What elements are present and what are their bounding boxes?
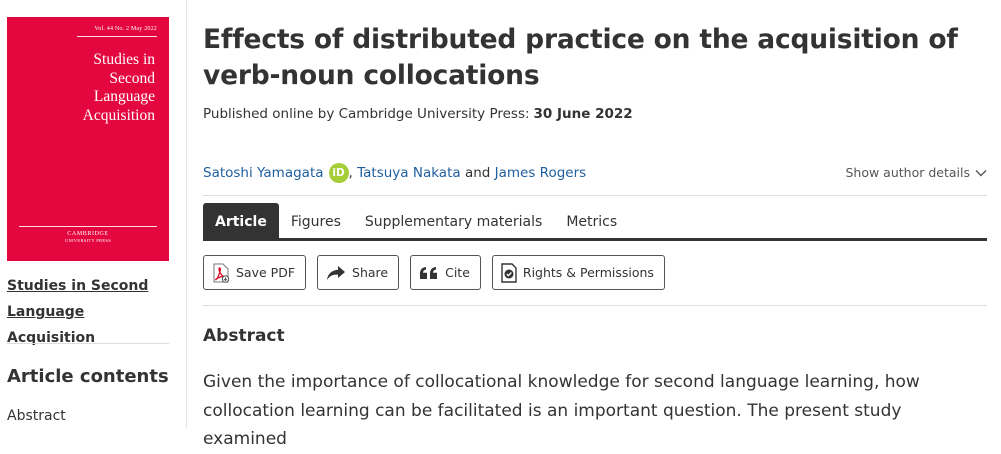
sidebar-border	[186, 0, 187, 428]
cite-button[interactable]: Cite	[410, 255, 481, 290]
journal-link[interactable]: Studies in Second Language Acquisition	[7, 273, 172, 351]
share-label: Share	[352, 265, 389, 280]
rights-permissions-button[interactable]: Rights & Permissions	[491, 255, 665, 290]
abstract-text: Given the importance of collocational kn…	[203, 372, 920, 449]
pdf-icon	[213, 263, 230, 283]
publication-info: Published online by Cambridge University…	[203, 106, 633, 122]
share-button[interactable]: Share	[317, 255, 400, 290]
published-label: Published online by Cambridge University…	[203, 106, 530, 122]
article-tabs: Article Figures Supplementary materials …	[203, 203, 629, 241]
cover-publisher-sub: UNIVERSITY PRESS	[64, 238, 111, 243]
cover-rule	[19, 226, 157, 227]
tab-article[interactable]: Article	[203, 203, 279, 241]
tab-supplementary-materials[interactable]: Supplementary materials	[353, 203, 554, 241]
author-conjunction: and	[464, 165, 491, 181]
share-arrow-icon	[327, 265, 346, 280]
orcid-icon[interactable]: iD	[328, 163, 349, 183]
rights-document-icon	[501, 262, 517, 283]
divider	[203, 195, 987, 196]
contents-item-abstract[interactable]: Abstract	[7, 408, 66, 424]
author-link[interactable]: Tatsuya Nakata	[357, 165, 461, 181]
cite-label: Cite	[445, 265, 470, 280]
cover-rule	[77, 36, 157, 37]
divider	[203, 305, 987, 306]
article-contents-heading: Article contents	[7, 366, 169, 387]
save-pdf-button[interactable]: Save PDF	[203, 255, 307, 290]
article-actions: Save PDF Share Cite Rights & Permissions	[203, 255, 665, 290]
tab-metrics[interactable]: Metrics	[554, 203, 629, 241]
tab-figures[interactable]: Figures	[279, 203, 353, 241]
quote-icon	[420, 266, 438, 279]
save-pdf-label: Save PDF	[236, 265, 296, 280]
show-author-details-label: Show author details	[845, 165, 970, 180]
journal-cover[interactable]: Vol. 44 No. 2 May 2022 Studies in Second…	[7, 17, 169, 261]
sidebar-divider	[7, 343, 169, 344]
author-list: Satoshi Yamagata iD , Tatsuya Nakata and…	[203, 163, 586, 183]
show-author-details-button[interactable]: Show author details	[845, 165, 987, 180]
tab-underline	[203, 238, 987, 241]
abstract-heading: Abstract	[203, 326, 285, 346]
cover-title: Studies in Second Language Acquisition	[82, 51, 155, 124]
published-date: 30 June 2022	[533, 106, 633, 122]
rights-permissions-label: Rights & Permissions	[522, 265, 654, 280]
chevron-down-icon	[975, 169, 987, 176]
author-link[interactable]: Satoshi Yamagata	[203, 165, 324, 181]
author-link[interactable]: James Rogers	[495, 165, 587, 181]
article-title: Effects of distributed practice on the a…	[203, 24, 958, 91]
cover-publisher: CAMBRIDGE	[67, 231, 109, 237]
cover-issue: Vol. 44 No. 2 May 2022	[94, 26, 157, 32]
